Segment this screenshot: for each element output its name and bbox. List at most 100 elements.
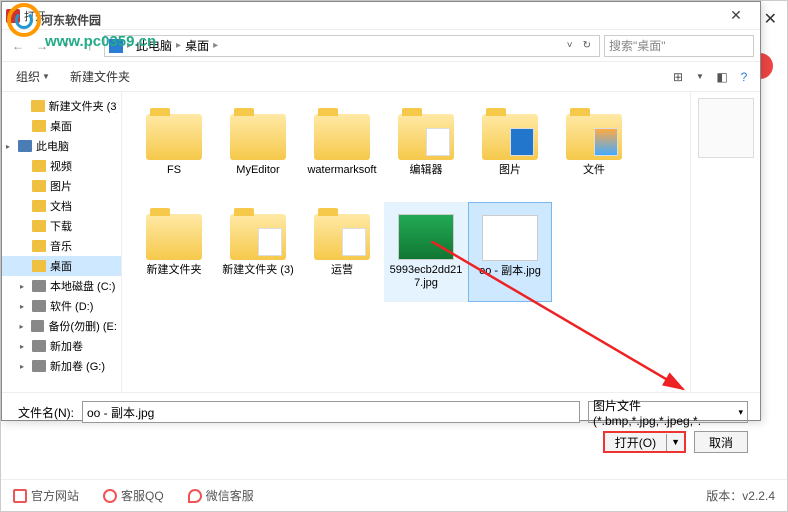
toolbar: 组织▼ 新建文件夹 ⊞ ▼ ◧ ? [2, 62, 760, 92]
preview-pane-icon[interactable]: ◧ [714, 69, 730, 85]
folder-icon [146, 214, 202, 260]
file-label: 图片 [499, 164, 521, 177]
file-item[interactable]: 运营 [300, 202, 384, 302]
tree-item[interactable]: ▸新加卷 (G:) [2, 356, 121, 376]
tree-label: 新加卷 [50, 338, 83, 354]
folder-icon [32, 220, 46, 232]
tree-item[interactable]: 图片 [2, 176, 121, 196]
search-input[interactable]: 搜索"桌面" [604, 35, 754, 57]
tree-item[interactable]: 文档 [2, 196, 121, 216]
nav-row: ← → ▾ ↑ ▸ 此电脑 ▸ 桌面 ▸ ˅ ↻ 搜索"桌面" [2, 30, 760, 62]
folder-icon [32, 180, 46, 192]
folder-tree[interactable]: 新建文件夹 (3)桌面▸此电脑视频图片文档下载音乐桌面▸本地磁盘 (C:)▸软件… [2, 92, 122, 392]
app-close-icon[interactable]: ✕ [764, 9, 777, 29]
back-icon[interactable]: ← [8, 36, 28, 56]
folder-icon [32, 200, 46, 212]
chevron-down-icon: ▾ [738, 407, 743, 418]
folder-icon [482, 114, 538, 160]
filename-label: 文件名(N): [14, 404, 74, 421]
file-label: 文件 [583, 164, 605, 177]
open-button[interactable]: 打开(O)▼ [603, 431, 686, 453]
tree-label: 视频 [50, 158, 72, 174]
tree-item[interactable]: ▸此电脑 [2, 136, 121, 156]
tree-item[interactable]: 桌面 [2, 116, 121, 136]
file-item[interactable]: MyEditor [216, 102, 300, 202]
organize-button[interactable]: 组织▼ [10, 66, 56, 87]
refresh-icon[interactable]: ↻ [579, 40, 595, 51]
file-item[interactable]: 文件 [552, 102, 636, 202]
tree-label: 此电脑 [36, 138, 69, 154]
up-icon[interactable]: ↑ [80, 36, 100, 56]
new-folder-button[interactable]: 新建文件夹 [64, 66, 136, 87]
preview-pane [690, 92, 760, 392]
tree-label: 备份(勿删) (E:) [48, 318, 117, 334]
dialog-title: 打开 [24, 8, 46, 24]
breadcrumb-root[interactable]: 此电脑 [136, 37, 172, 54]
breadcrumb-current[interactable]: 桌面 [185, 37, 209, 54]
file-label: 新建文件夹 (3) [222, 264, 294, 277]
drive-icon [31, 320, 44, 332]
tree-label: 新建文件夹 (3) [49, 98, 117, 114]
wechat-link[interactable]: 微信客服 [188, 487, 254, 504]
qq-icon [103, 489, 117, 503]
recent-dropdown-icon[interactable]: ▾ [56, 36, 76, 56]
help-icon[interactable]: ? [736, 69, 752, 85]
tree-label: 文档 [50, 198, 72, 214]
folder-icon [398, 114, 454, 160]
titlebar: 打开 ✕ [2, 2, 760, 30]
folder-icon [314, 214, 370, 260]
file-label: oo - 副本.jpg [479, 265, 541, 278]
close-icon[interactable]: ✕ [716, 7, 756, 24]
tree-label: 音乐 [50, 238, 72, 254]
monitor-icon [13, 489, 27, 503]
drive-icon [32, 340, 46, 352]
forward-icon[interactable]: → [32, 36, 52, 56]
breadcrumb[interactable]: ▸ 此电脑 ▸ 桌面 ▸ ˅ ↻ [104, 35, 600, 57]
file-label: 5993ecb2dd217.jpg [388, 264, 464, 290]
folder-icon [32, 260, 46, 272]
file-list[interactable]: FS MyEditor watermarksoft编辑器图片 文件新建文件夹 新建文件夹… [122, 92, 690, 392]
file-item[interactable]: 编辑器 [384, 102, 468, 202]
tree-item[interactable]: ▸本地磁盘 (C:) [2, 276, 121, 296]
file-type-filter[interactable]: 图片文件(*.bmp,*.jpg,*.jpeg,*.▾ [588, 401, 748, 423]
breadcrumb-dropdown-icon[interactable]: ˅ [563, 40, 577, 51]
tree-item[interactable]: ▸备份(勿删) (E:) [2, 316, 121, 336]
file-label: MyEditor [236, 164, 279, 177]
chevron-down-icon: ▼ [667, 437, 684, 447]
file-item[interactable]: 新建文件夹 (3) [216, 202, 300, 302]
tree-label: 新加卷 (G:) [50, 358, 105, 374]
filename-input[interactable] [82, 401, 580, 423]
file-item[interactable]: oo - 副本.jpg [468, 202, 552, 302]
chevron-right-icon: ▸ [213, 40, 218, 51]
tree-label: 下载 [50, 218, 72, 234]
file-open-dialog: 打开 ✕ ← → ▾ ↑ ▸ 此电脑 ▸ 桌面 ▸ ˅ ↻ 搜索"桌面" 组织▼… [1, 1, 761, 421]
tree-item[interactable]: ▸软件 (D:) [2, 296, 121, 316]
folder-icon [32, 160, 46, 172]
file-item[interactable]: 图片 [468, 102, 552, 202]
view-dropdown-icon[interactable]: ▼ [692, 69, 708, 85]
tree-item[interactable]: 视频 [2, 156, 121, 176]
tree-item[interactable]: ▸新加卷 [2, 336, 121, 356]
website-link[interactable]: 官方网站 [13, 487, 79, 504]
file-item[interactable]: FS [132, 102, 216, 202]
tree-label: 软件 (D:) [50, 298, 93, 314]
qq-link[interactable]: 客服QQ [103, 487, 164, 504]
image-thumbnail [398, 214, 454, 260]
image-thumbnail [482, 215, 538, 261]
view-icon[interactable]: ⊞ [670, 69, 686, 85]
file-label: 新建文件夹 [147, 264, 202, 277]
folder-icon [146, 114, 202, 160]
tree-item[interactable]: 桌面 [2, 256, 121, 276]
tree-item[interactable]: 音乐 [2, 236, 121, 256]
drive-icon [32, 300, 46, 312]
tree-item[interactable]: 下载 [2, 216, 121, 236]
file-item[interactable]: watermarksoft [300, 102, 384, 202]
cancel-button[interactable]: 取消 [694, 431, 748, 453]
folder-icon [32, 120, 46, 132]
tree-item[interactable]: 新建文件夹 (3) [2, 96, 121, 116]
app-footer: 官方网站 客服QQ 微信客服 版本：v2.2.4 [1, 479, 787, 511]
folder-icon [566, 114, 622, 160]
file-item[interactable]: 新建文件夹 [132, 202, 216, 302]
search-placeholder: 搜索"桌面" [609, 37, 666, 54]
file-item[interactable]: 5993ecb2dd217.jpg [384, 202, 468, 302]
